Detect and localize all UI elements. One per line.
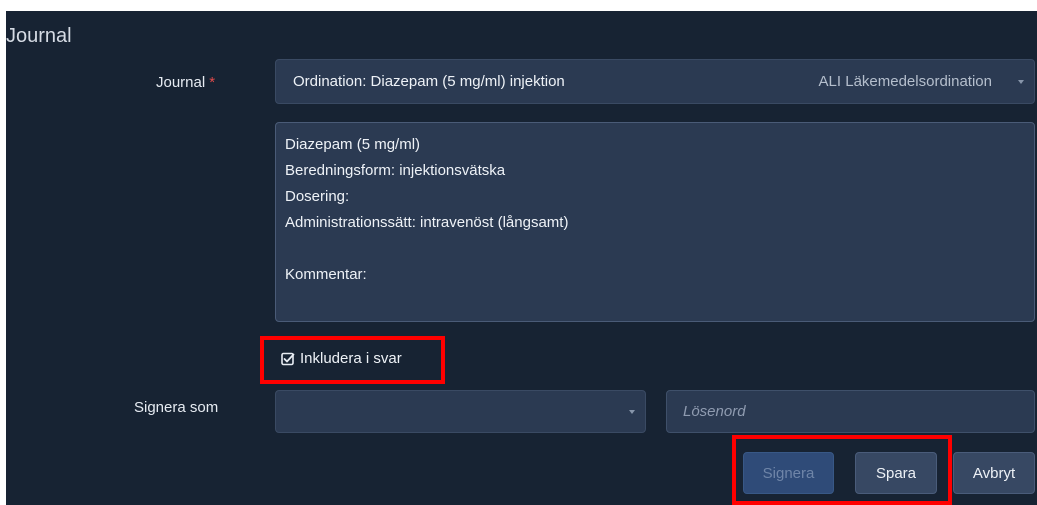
journal-textarea[interactable]: Diazepam (5 mg/ml) Beredningsform: injek… <box>275 122 1035 322</box>
password-placeholder: Lösenord <box>683 403 746 420</box>
sign-as-label: Signera som <box>134 399 219 416</box>
journal-label-text: Journal <box>156 74 206 91</box>
cancel-button[interactable]: Avbryt <box>953 452 1035 494</box>
journal-select-value: Ordination: Diazepam (5 mg/ml) injektion <box>293 73 565 90</box>
sign-as-select[interactable] <box>275 390 646 433</box>
journal-select-type: ALI Läkemedelsordination <box>818 73 992 90</box>
password-input[interactable]: Lösenord <box>666 390 1035 433</box>
chevron-down-icon <box>1018 79 1024 84</box>
include-in-reply-checkbox[interactable]: Inkludera i svar <box>281 350 402 367</box>
required-mark: * <box>209 74 216 91</box>
journal-select[interactable]: Ordination: Diazepam (5 mg/ml) injektion… <box>275 59 1035 104</box>
checkbox-checked-icon <box>281 352 295 366</box>
chevron-down-icon <box>629 409 635 414</box>
journal-field-label: Journal * <box>156 74 215 91</box>
include-checkbox-label: Inkludera i svar <box>300 350 402 367</box>
save-button[interactable]: Spara <box>855 452 937 494</box>
panel-title: Journal <box>6 25 72 47</box>
journal-panel: Journal Journal * Ordination: Diazepam (5… <box>6 11 1037 505</box>
sign-button[interactable]: Signera <box>743 452 834 494</box>
